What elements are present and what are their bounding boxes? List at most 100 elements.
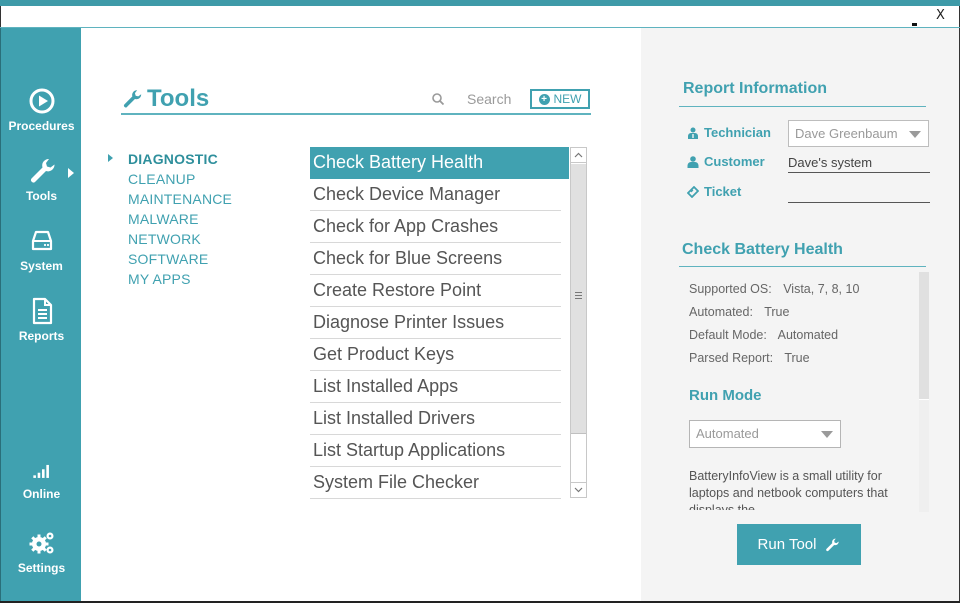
category-label: DIAGNOSTIC xyxy=(128,151,218,167)
tool-list: Check Battery Health Check Device Manage… xyxy=(310,147,588,499)
detail-key: Automated: xyxy=(689,305,753,319)
tool-list-item[interactable]: Create Restore Point xyxy=(310,275,561,307)
gears-icon xyxy=(29,532,53,554)
new-button-label: NEW xyxy=(553,92,582,106)
sidebar: Procedures Tools System Reports Online S… xyxy=(0,28,81,603)
run-tool-button[interactable]: Run Tool xyxy=(737,524,861,565)
detail-value: True xyxy=(764,305,790,319)
category-malware[interactable]: MALWARE xyxy=(107,209,232,229)
category-label: SOFTWARE xyxy=(128,251,209,267)
customer-field[interactable]: Dave's system xyxy=(788,154,930,173)
chevron-up-icon xyxy=(574,152,583,158)
detail-key: Default Mode: xyxy=(689,328,767,342)
scroll-up-button[interactable] xyxy=(571,148,586,163)
report-information-title: Report Information xyxy=(683,80,827,97)
technician-label-text: Technician xyxy=(704,125,771,140)
sidebar-item-system[interactable]: System xyxy=(1,226,82,273)
category-network[interactable]: NETWORK xyxy=(107,229,232,249)
chevron-down-icon xyxy=(574,487,583,493)
details-scrollbar[interactable] xyxy=(919,272,929,512)
ticket-field[interactable] xyxy=(788,184,930,203)
category-label: MY APPS xyxy=(128,271,191,287)
scroll-down-button[interactable] xyxy=(571,482,586,497)
wrench-icon xyxy=(30,158,55,183)
scroll-thumb[interactable] xyxy=(571,164,586,434)
wrench-icon xyxy=(826,538,840,551)
ticket-label: Ticket xyxy=(687,184,741,199)
section-divider xyxy=(679,106,926,107)
category-label: NETWORK xyxy=(128,231,201,247)
tool-description: BatteryInfoView is a small utility for l… xyxy=(689,469,888,510)
sidebar-item-settings[interactable]: Settings xyxy=(1,528,82,575)
technician-select[interactable]: Dave Greenbaum xyxy=(788,120,929,147)
sidebar-item-label: Reports xyxy=(18,329,65,343)
hard-drive-icon xyxy=(31,230,52,251)
detail-key: Parsed Report: xyxy=(689,351,774,365)
tool-list-item[interactable]: System File Checker xyxy=(310,467,561,499)
category-label: MALWARE xyxy=(128,211,199,227)
ticket-icon xyxy=(687,185,699,198)
tool-list-item[interactable]: Diagnose Printer Issues xyxy=(310,307,561,339)
tool-list-item[interactable]: List Installed Drivers xyxy=(310,403,561,435)
tool-list-item[interactable]: Check for App Crashes xyxy=(310,211,561,243)
minimize-button[interactable] xyxy=(912,7,917,26)
section-divider xyxy=(679,266,926,267)
details-scroll-thumb[interactable] xyxy=(919,272,929,400)
detail-key: Supported OS: xyxy=(689,282,772,296)
sidebar-item-label: Procedures xyxy=(8,119,75,133)
wrench-icon xyxy=(123,90,142,108)
page-title-text: Tools xyxy=(147,85,210,112)
category-list: DIAGNOSTIC CLEANUP MAINTENANCE MALWARE N… xyxy=(107,149,232,289)
technician-value: Dave Greenbaum xyxy=(795,126,898,141)
sidebar-item-online[interactable]: Online xyxy=(1,458,82,501)
tool-list-item[interactable]: List Startup Applications xyxy=(310,435,561,467)
minimize-icon xyxy=(912,23,917,26)
play-circle-icon xyxy=(29,88,54,114)
customer-label: Customer xyxy=(687,154,765,169)
search-icon[interactable] xyxy=(431,92,445,106)
plus-circle-icon: + xyxy=(538,93,550,105)
dropdown-arrow-icon xyxy=(909,131,921,138)
sidebar-item-label: Tools xyxy=(25,189,58,203)
category-my-apps[interactable]: MY APPS xyxy=(107,269,232,289)
search-input[interactable]: Search xyxy=(467,91,511,107)
category-maintenance[interactable]: MAINTENANCE xyxy=(107,189,232,209)
user-icon xyxy=(687,155,699,168)
caret-right-icon xyxy=(108,154,113,162)
grip-icon xyxy=(575,292,582,301)
detail-row-supported-os: Supported OS: Vista, 7, 8, 10 xyxy=(689,281,859,304)
sidebar-item-label: Settings xyxy=(17,561,66,575)
tool-list-item[interactable]: List Installed Apps xyxy=(310,371,561,403)
tools-main-panel: Tools Search + NEW DIAGNOSTIC CLEANUP MA… xyxy=(81,28,641,603)
page-title: Tools xyxy=(121,85,209,113)
sidebar-item-label: System xyxy=(20,259,63,273)
tool-detail-title: Check Battery Health xyxy=(682,241,843,258)
detail-value: True xyxy=(784,351,810,365)
sidebar-item-label: Online xyxy=(22,487,61,501)
run-mode-select[interactable]: Automated xyxy=(689,420,841,448)
tool-list-item[interactable]: Check Device Manager xyxy=(310,179,561,211)
category-cleanup[interactable]: CLEANUP xyxy=(107,169,232,189)
category-software[interactable]: SOFTWARE xyxy=(107,249,232,269)
technician-icon xyxy=(688,127,698,139)
sidebar-item-procedures[interactable]: Procedures xyxy=(1,86,82,133)
close-button[interactable]: X xyxy=(936,7,945,25)
detail-row-parsed-report: Parsed Report: True xyxy=(689,350,859,373)
tool-list-item[interactable]: Check Battery Health xyxy=(310,147,569,179)
sidebar-item-reports[interactable]: Reports xyxy=(1,296,82,343)
tool-list-scrollbar[interactable] xyxy=(570,147,587,498)
tool-list-item[interactable]: Check for Blue Screens xyxy=(310,243,561,275)
run-tool-label: Run Tool xyxy=(757,536,817,553)
category-diagnostic[interactable]: DIAGNOSTIC xyxy=(107,149,232,169)
tools-header: Tools Search + NEW xyxy=(121,83,591,115)
run-mode-value: Automated xyxy=(696,426,759,441)
detail-row-automated: Automated: True xyxy=(689,304,859,327)
category-label: CLEANUP xyxy=(128,171,196,187)
tool-list-item[interactable]: Get Product Keys xyxy=(310,339,561,371)
run-mode-title: Run Mode xyxy=(689,387,762,404)
detail-row-default-mode: Default Mode: Automated xyxy=(689,327,859,350)
new-tool-button[interactable]: + NEW xyxy=(530,89,590,109)
title-bar xyxy=(0,6,960,27)
sidebar-item-tools[interactable]: Tools xyxy=(1,156,82,203)
dropdown-arrow-icon xyxy=(821,431,833,438)
